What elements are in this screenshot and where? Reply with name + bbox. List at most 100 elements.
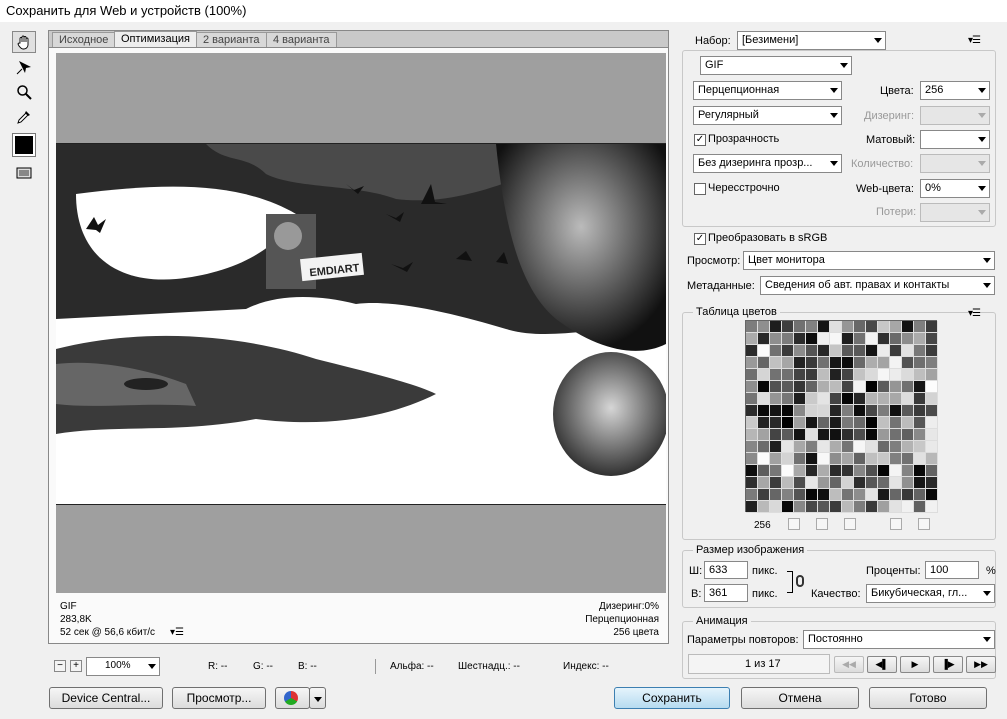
color-swatch[interactable] [878,405,890,417]
color-swatch[interactable] [890,489,902,501]
zoom-in-button[interactable]: + [70,660,82,672]
color-swatch[interactable] [854,429,866,441]
color-swatch[interactable] [866,453,878,465]
eyedropper-icon[interactable] [12,106,36,128]
color-swatch[interactable] [746,489,758,501]
color-swatch[interactable] [830,405,842,417]
color-swatch[interactable] [890,501,902,513]
color-swatch[interactable] [758,417,770,429]
metadata-select[interactable]: Сведения об авт. правах и контакты [760,276,995,295]
color-swatch[interactable] [806,333,818,345]
color-swatch[interactable] [770,345,782,357]
color-swatch[interactable] [842,465,854,477]
color-swatch[interactable] [914,357,926,369]
device-central-button[interactable]: Device Central... [49,687,163,709]
transparency-dither-select[interactable]: Без дизеринга прозр... [693,154,842,173]
canvas-area[interactable]: EMDIART [56,53,666,593]
color-swatch[interactable] [902,453,914,465]
color-swatch[interactable] [746,465,758,477]
play-button[interactable]: ▶ [900,656,930,673]
browser-select[interactable] [275,687,310,709]
colors-select[interactable]: 256 [920,81,990,100]
color-swatch[interactable] [770,477,782,489]
color-swatch[interactable] [914,393,926,405]
matte-select[interactable] [920,130,990,149]
color-swatch[interactable] [770,465,782,477]
reduction-select[interactable]: Перцепционная [693,81,842,100]
color-swatch[interactable] [914,369,926,381]
preview-mode-select[interactable]: Цвет монитора [743,251,995,270]
color-swatch[interactable] [758,441,770,453]
tab-4-up[interactable]: 4 варианта [266,32,337,48]
color-swatch[interactable] [794,345,806,357]
color-swatch[interactable] [914,381,926,393]
color-swatch[interactable] [794,393,806,405]
color-swatch[interactable] [758,321,770,333]
color-swatch[interactable] [806,465,818,477]
color-swatch[interactable] [830,369,842,381]
color-swatch[interactable] [746,501,758,513]
zoom-select[interactable]: 100% [86,657,160,676]
color-swatch[interactable] [866,465,878,477]
color-swatch[interactable] [770,405,782,417]
color-swatch[interactable] [806,393,818,405]
color-swatch[interactable] [866,345,878,357]
color-swatch[interactable] [782,405,794,417]
color-swatch[interactable] [746,345,758,357]
color-swatch[interactable] [818,465,830,477]
color-table-menu-icon[interactable]: ▾☰ [968,308,981,319]
color-swatch[interactable] [890,369,902,381]
preset-select[interactable]: [Безимени] [737,31,886,50]
color-swatch[interactable] [806,453,818,465]
color-swatch[interactable] [854,441,866,453]
color-swatch[interactable] [794,501,806,513]
color-swatch[interactable] [878,345,890,357]
height-input[interactable]: 361 [704,584,748,602]
color-swatch[interactable] [878,429,890,441]
color-swatch[interactable] [830,393,842,405]
color-swatch[interactable] [866,393,878,405]
web-shift-icon[interactable] [816,518,828,530]
color-swatch[interactable] [746,453,758,465]
color-swatch[interactable] [914,405,926,417]
color-swatch[interactable] [758,369,770,381]
color-swatch[interactable] [782,429,794,441]
info-menu-icon[interactable]: ▾☰ [170,627,184,638]
color-swatch[interactable] [842,429,854,441]
color-swatch[interactable] [902,417,914,429]
color-swatch[interactable] [770,357,782,369]
color-swatch[interactable] [878,321,890,333]
color-swatch[interactable] [782,381,794,393]
color-swatch[interactable] [830,417,842,429]
color-swatch[interactable] [758,345,770,357]
color-swatch[interactable] [782,465,794,477]
color-swatch[interactable] [830,453,842,465]
color-swatch[interactable] [890,333,902,345]
color-swatch[interactable] [902,405,914,417]
color-swatch[interactable] [926,441,938,453]
toggle-slices-icon[interactable] [12,162,36,184]
color-swatch[interactable] [854,405,866,417]
color-swatch[interactable] [806,357,818,369]
color-swatch[interactable] [842,381,854,393]
color-swatch[interactable] [758,489,770,501]
link-icon[interactable] [796,575,804,587]
color-swatch[interactable] [842,393,854,405]
color-swatch[interactable] [914,333,926,345]
color-swatch[interactable] [866,441,878,453]
color-swatch[interactable] [890,345,902,357]
tab-original[interactable]: Исходное [52,32,116,48]
color-swatch[interactable] [806,477,818,489]
dither-algorithm-select[interactable]: Регулярный [693,106,842,125]
color-swatch[interactable] [806,501,818,513]
color-swatch[interactable] [866,501,878,513]
color-swatch[interactable] [806,345,818,357]
format-select[interactable]: GIF [700,56,852,75]
color-swatch[interactable] [794,429,806,441]
color-swatch[interactable] [782,501,794,513]
color-swatch[interactable] [866,369,878,381]
color-swatch[interactable] [878,501,890,513]
color-swatch[interactable] [782,489,794,501]
color-swatch[interactable] [878,381,890,393]
color-swatch[interactable] [866,357,878,369]
